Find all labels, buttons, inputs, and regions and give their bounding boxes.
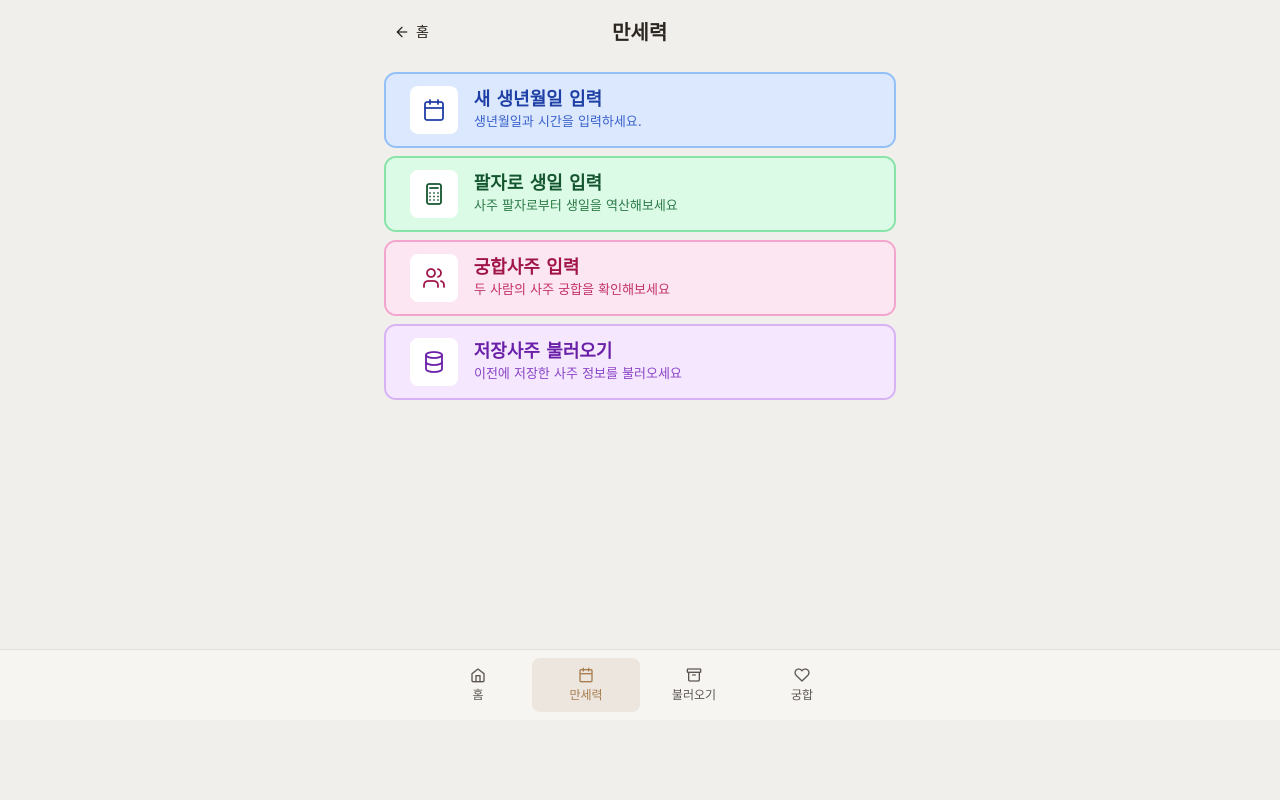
palja-birthdate-card[interactable]: 팔자로 생일 입력 사주 팔자로부터 생일을 역산해보세요: [384, 156, 896, 232]
nav-item-compatibility[interactable]: 궁합: [748, 658, 856, 712]
page-title: 만세력: [612, 20, 668, 44]
icon-box: [410, 338, 458, 386]
database-icon: [425, 351, 443, 373]
new-birthdate-card[interactable]: 새 생년월일 입력 생년월일과 시간을 입력하세요.: [384, 72, 896, 148]
card-title: 궁합사주 입력: [474, 256, 580, 278]
card-title: 팔자로 생일 입력: [474, 172, 603, 194]
top-header: 홈 만세력: [384, 14, 896, 50]
card-description: 사주 팔자로부터 생일을 역산해보세요: [474, 198, 678, 214]
nav-item-home[interactable]: 홈: [424, 658, 532, 712]
nav-label: 홈: [472, 688, 484, 702]
heart-icon: [794, 668, 810, 682]
calendar-icon: [579, 667, 593, 683]
home-icon: [471, 668, 485, 683]
bottom-nav: 홈 만세력 불러오기 궁합: [0, 649, 1280, 720]
compatibility-card[interactable]: 궁합사주 입력 두 사람의 사주 궁합을 확인해보세요: [384, 240, 896, 316]
icon-box: [410, 170, 458, 218]
card-description: 이전에 저장한 사주 정보를 불러오세요: [474, 366, 682, 382]
archive-icon: [686, 668, 702, 682]
card-title: 새 생년월일 입력: [474, 88, 603, 110]
card-description: 생년월일과 시간을 입력하세요.: [474, 114, 642, 130]
calendar-icon: [424, 99, 444, 121]
nav-label: 궁합: [790, 688, 814, 702]
load-saved-card[interactable]: 저장사주 불러오기 이전에 저장한 사주 정보를 불러오세요: [384, 324, 896, 400]
icon-box: [410, 86, 458, 134]
users-icon: [423, 268, 445, 288]
card-description: 두 사람의 사주 궁합을 확인해보세요: [474, 282, 670, 298]
nav-item-calendar[interactable]: 만세력: [532, 658, 640, 712]
nav-label: 만세력: [569, 688, 603, 702]
menu-list: 새 생년월일 입력 생년월일과 시간을 입력하세요. 팔자로 생일 입력 사주 …: [384, 72, 896, 400]
nav-label: 불러오기: [671, 688, 717, 702]
nav-item-load[interactable]: 불러오기: [640, 658, 748, 712]
card-title: 저장사주 불러오기: [474, 340, 613, 362]
icon-box: [410, 254, 458, 302]
calculator-icon: [426, 183, 442, 205]
